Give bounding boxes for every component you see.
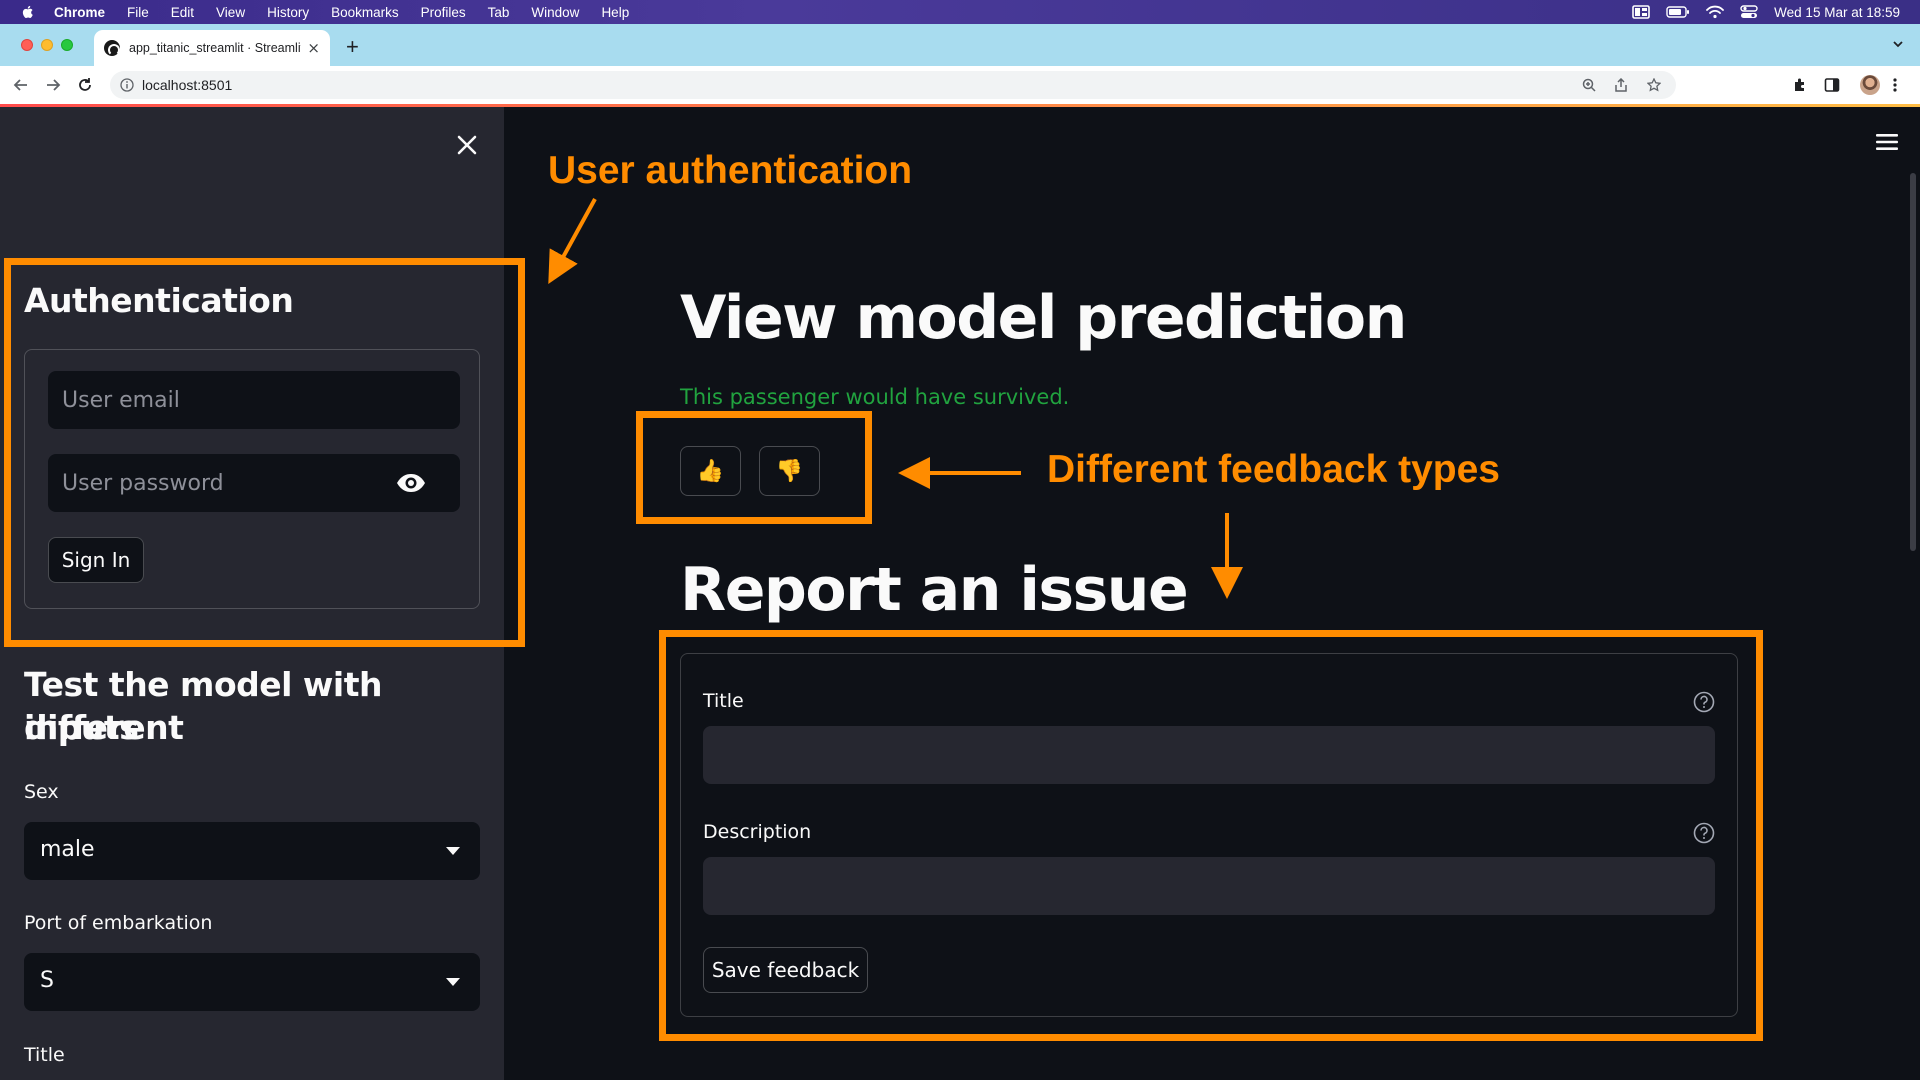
port-select[interactable]: S xyxy=(24,953,480,1011)
hamburger-menu-icon[interactable] xyxy=(1875,132,1899,152)
side-panel-icon[interactable] xyxy=(1824,77,1840,93)
tab-title: app_titanic_streamlit · Streamlit xyxy=(129,41,302,55)
chevron-down-icon[interactable] xyxy=(1892,38,1904,50)
feedback-buttons-highlight-box xyxy=(636,411,872,524)
window-close-button[interactable] xyxy=(21,39,33,51)
sex-select[interactable]: male xyxy=(24,822,480,880)
prediction-heading: View model prediction xyxy=(680,283,1407,353)
site-info-icon[interactable] xyxy=(120,78,134,92)
menu-profiles[interactable]: Profiles xyxy=(421,5,466,20)
menu-tab[interactable]: Tab xyxy=(488,5,510,20)
menu-view[interactable]: View xyxy=(216,5,245,20)
forward-arrow-icon[interactable] xyxy=(45,77,61,93)
extensions-puzzle-icon[interactable] xyxy=(1792,77,1808,93)
scrollbar[interactable] xyxy=(1910,173,1916,551)
test-model-heading-line2: inputs xyxy=(24,708,139,747)
address-bar[interactable]: localhost:8501 xyxy=(110,71,1676,99)
annotation-user-authentication: User authentication xyxy=(548,149,913,192)
sex-selected-value: male xyxy=(40,837,95,862)
prediction-result-text: This passenger would have survived. xyxy=(680,385,1070,409)
bookmark-star-icon[interactable] xyxy=(1647,78,1661,92)
wifi-icon[interactable] xyxy=(1706,5,1725,19)
report-issue-heading: Report an issue xyxy=(680,555,1189,625)
sex-label: Sex xyxy=(24,781,59,803)
menu-app-name[interactable]: Chrome xyxy=(54,5,105,20)
port-label: Port of embarkation xyxy=(24,912,213,934)
close-sidebar-icon[interactable] xyxy=(456,134,478,156)
apple-logo-icon[interactable] xyxy=(20,4,36,20)
tab-close-icon[interactable]: × xyxy=(307,39,320,57)
menu-history[interactable]: History xyxy=(267,5,309,20)
window-manager-icon[interactable] xyxy=(1632,5,1650,19)
window-minimize-button[interactable] xyxy=(41,39,53,51)
url-text: localhost:8501 xyxy=(142,77,233,93)
title-label: Title xyxy=(24,1044,65,1066)
menu-edit[interactable]: Edit xyxy=(171,5,194,20)
menu-help[interactable]: Help xyxy=(601,5,629,20)
macos-menu-bar: Chrome File Edit View History Bookmarks … xyxy=(0,0,1920,24)
control-center-icon[interactable] xyxy=(1740,5,1758,19)
zoom-icon[interactable] xyxy=(1582,78,1596,92)
menubar-clock[interactable]: Wed 15 Mar at 18:59 xyxy=(1774,5,1900,20)
auth-highlight-box xyxy=(4,258,525,647)
caret-down-icon xyxy=(446,847,460,855)
report-form-highlight-box xyxy=(659,630,1763,1041)
browser-toolbar: localhost:8501 xyxy=(0,66,1920,104)
window-fullscreen-button[interactable] xyxy=(61,39,73,51)
browser-tab-active[interactable]: app_titanic_streamlit · Streamlit × xyxy=(94,30,330,66)
kebab-menu-icon[interactable] xyxy=(1892,77,1898,93)
menu-file[interactable]: File xyxy=(127,5,149,20)
reload-icon[interactable] xyxy=(77,77,93,93)
new-tab-button[interactable]: + xyxy=(346,34,359,60)
menu-window[interactable]: Window xyxy=(531,5,579,20)
back-arrow-icon[interactable] xyxy=(13,77,29,93)
share-icon[interactable] xyxy=(1614,78,1628,92)
menu-bookmarks[interactable]: Bookmarks xyxy=(331,5,399,20)
streamlit-favicon-icon xyxy=(104,40,120,56)
annotation-feedback-types: Different feedback types xyxy=(1047,448,1500,491)
battery-icon[interactable] xyxy=(1666,5,1690,19)
caret-down-icon xyxy=(446,978,460,986)
profile-avatar[interactable] xyxy=(1860,75,1880,95)
browser-tab-strip: app_titanic_streamlit · Streamlit × + xyxy=(0,24,1920,66)
port-selected-value: S xyxy=(40,968,54,993)
